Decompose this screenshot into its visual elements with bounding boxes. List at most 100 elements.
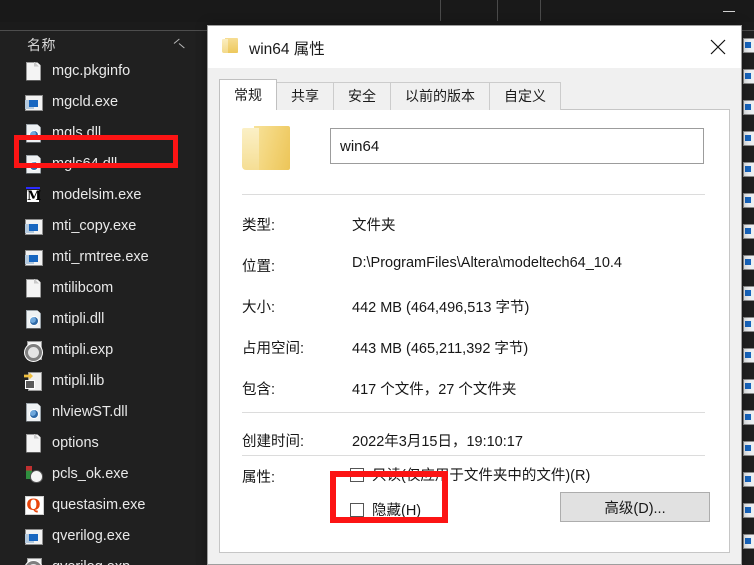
tab-1[interactable]: 共享 — [276, 82, 334, 110]
file-name-label: questasim.exe — [52, 496, 146, 513]
advanced-button[interactable]: 高级(D)... — [560, 492, 710, 522]
detail-strip-item — [742, 465, 754, 496]
tab-4[interactable]: 自定义 — [489, 82, 561, 110]
dll-library-icon — [24, 123, 43, 143]
detail-strip-item — [742, 155, 754, 186]
file-name-label: mtipli.lib — [52, 372, 105, 389]
file-list-item[interactable]: qverilog.exe — [0, 520, 196, 551]
file-name-label: mti_copy.exe — [52, 217, 137, 234]
detail-column-strip — [742, 31, 754, 565]
exports-file-icon — [24, 340, 43, 361]
property-label: 创建时间: — [242, 434, 305, 450]
detail-strip-item — [742, 496, 754, 527]
property-label: 类型: — [242, 218, 276, 234]
file-list-pane: 名称 mgc.pkginfo mgcld.exe mgls.dll mgls64.dl… — [0, 31, 196, 565]
file-list-item[interactable]: mti_copy.exe — [0, 210, 196, 241]
tab-2[interactable]: 安全 — [333, 82, 391, 110]
file-name-label: mgls.dll — [52, 124, 102, 141]
questasim-app-icon — [24, 495, 44, 515]
file-name-label: mtipli.exp — [52, 341, 114, 358]
divider-middle — [242, 412, 705, 413]
chevron-up-icon — [174, 40, 185, 47]
property-row-size-on-disk: 占用空间: 443 MB (465,211,392 字节) — [242, 337, 707, 359]
property-value: 文件夹 — [352, 218, 396, 234]
hidden-checkbox[interactable] — [350, 502, 364, 517]
dialog-titlebar[interactable]: win64 属性 — [208, 26, 741, 68]
detail-strip-item — [742, 248, 754, 279]
folder-name-input[interactable] — [330, 128, 704, 164]
file-name-label: pcls_ok.exe — [52, 465, 129, 482]
file-list-item[interactable]: mtipli.dll — [0, 303, 196, 334]
detail-strip-item — [742, 372, 754, 403]
folder-properties-dialog: win64 属性 常规共享安全以前的版本自定义 类型: 文件夹 位置: — [207, 25, 742, 565]
detail-strip-item — [742, 403, 754, 434]
document-icon — [24, 278, 43, 298]
tab-strip[interactable]: 常规 共享 安全 以前的版本 自定义 — [219, 79, 561, 110]
detail-strip-item — [742, 31, 754, 62]
detail-strip-item — [742, 434, 754, 465]
file-name-label: options — [52, 434, 99, 451]
file-list-item[interactable]: mtipli.lib — [0, 365, 196, 396]
dll-library-icon — [24, 309, 43, 329]
detail-strip-item — [742, 124, 754, 155]
application-icon — [24, 216, 43, 236]
exports-file-icon — [24, 557, 43, 565]
file-list-item[interactable]: mgls.dll — [0, 117, 196, 148]
column-header-name[interactable]: 名称 — [0, 31, 196, 57]
tab-3[interactable]: 以前的版本 — [390, 82, 490, 110]
property-row-location: 位置: D:\ProgramFiles\Altera\modeltech64_1… — [242, 255, 707, 277]
file-list-item[interactable]: mti_rmtree.exe — [0, 241, 196, 272]
property-value: 417 个文件，27 个文件夹 — [352, 382, 517, 398]
file-name-label: mti_rmtree.exe — [52, 248, 149, 265]
folder-name-row — [220, 122, 729, 194]
folder-icon — [222, 38, 239, 54]
file-list-item[interactable]: mtilibcom — [0, 272, 196, 303]
minimize-button[interactable] — [718, 2, 740, 20]
column-header-label: 名称 — [27, 37, 56, 53]
file-list-item[interactable]: modelsim.exe — [0, 179, 196, 210]
application-icon — [24, 526, 43, 546]
file-list-item[interactable]: pcls_ok.exe — [0, 458, 196, 489]
modelsim-app-icon — [24, 185, 43, 205]
close-icon[interactable] — [695, 26, 741, 66]
readonly-checkbox-row[interactable]: 只读(仅应用于文件夹中的文件)(R) — [350, 464, 590, 485]
folder-large-icon — [242, 126, 296, 170]
file-list-item[interactable]: options — [0, 427, 196, 458]
property-label: 包含: — [242, 382, 276, 398]
attributes-label: 属性: — [242, 470, 276, 486]
hidden-checkbox-row[interactable]: 隐藏(H) — [350, 499, 421, 520]
divider-top — [242, 194, 705, 195]
application-icon — [24, 92, 43, 112]
hidden-checkbox-label: 隐藏(H) — [372, 503, 422, 519]
detail-strip-item — [742, 341, 754, 372]
detail-strip-item — [742, 279, 754, 310]
file-list-item[interactable]: qverilog.exp — [0, 551, 196, 565]
detail-strip-item — [742, 217, 754, 248]
file-list[interactable]: mgc.pkginfo mgcld.exe mgls.dll mgls64.dll mo… — [0, 55, 196, 565]
detail-strip-item — [742, 310, 754, 341]
property-row-created: 创建时间: 2022年3月15日，19:10:17 — [242, 430, 707, 452]
file-list-item[interactable]: nlviewST.dll — [0, 396, 196, 427]
property-value: 442 MB (464,496,513 字节) — [352, 300, 530, 316]
detail-strip-item — [742, 186, 754, 217]
property-row-contains: 包含: 417 个文件，27 个文件夹 — [242, 378, 707, 400]
divider-bottom — [242, 455, 705, 456]
file-name-label: nlviewST.dll — [52, 403, 128, 420]
file-list-item[interactable]: mgls64.dll — [0, 148, 196, 179]
readonly-checkbox[interactable] — [350, 467, 364, 482]
tab-0[interactable]: 常规 — [219, 79, 277, 110]
file-list-item[interactable]: mtipli.exp — [0, 334, 196, 365]
file-name-label: mgcld.exe — [52, 93, 119, 110]
dll-library-icon — [24, 154, 43, 174]
document-icon — [24, 433, 43, 453]
property-row-size: 大小: 442 MB (464,496,513 字节) — [242, 296, 707, 318]
explorer-titlebar — [0, 0, 754, 23]
file-list-item[interactable]: questasim.exe — [0, 489, 196, 520]
property-value: 443 MB (465,211,392 字节) — [352, 341, 529, 357]
property-label: 占用空间: — [242, 341, 305, 357]
property-label: 位置: — [242, 259, 276, 275]
toolbar-segment-1[interactable] — [440, 0, 498, 21]
file-list-item[interactable]: mgcld.exe — [0, 86, 196, 117]
file-name-label: mgc.pkginfo — [52, 62, 131, 79]
file-list-item[interactable]: mgc.pkginfo — [0, 55, 196, 86]
